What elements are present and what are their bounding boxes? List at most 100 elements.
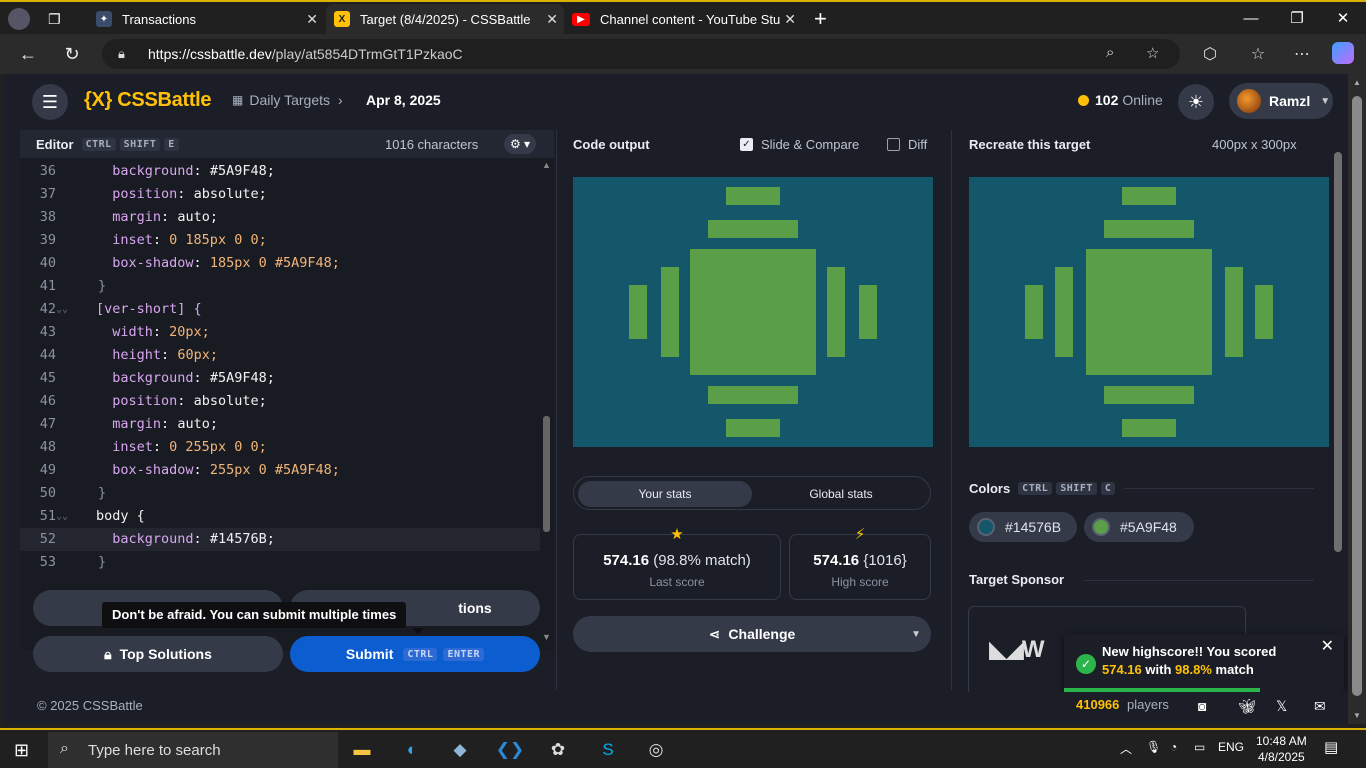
battery-icon[interactable]: ▭ [1194, 740, 1205, 754]
color-swatch-green[interactable]: #5A9F48 [1084, 512, 1194, 542]
last-score-value: 574.16 [603, 552, 650, 569]
close-window-icon[interactable]: ✕ [1320, 2, 1366, 34]
challenge-button[interactable]: ⋖ Challenge ▼ [573, 616, 931, 652]
taskbar-search[interactable]: ⌕ Type here to search [48, 732, 338, 768]
panel-scrollbar-thumb[interactable] [1334, 152, 1342, 552]
shape-rect [1122, 419, 1176, 437]
language-indicator[interactable]: ENG [1218, 740, 1244, 754]
theme-toggle-button[interactable]: ☀ [1178, 84, 1214, 120]
code-editor[interactable]: 36 background: #5A9F48; 37 position: abso… [20, 160, 540, 642]
code-line[interactable]: 47 margin: auto; [20, 413, 540, 436]
edge-icon[interactable]: ◐ [398, 736, 426, 764]
chevron-down-icon[interactable]: ▼ [911, 629, 921, 640]
editor-scrollbar[interactable]: ▲ ▼ [540, 160, 554, 642]
browser-scrollbar[interactable]: ▲ ▼ [1348, 74, 1366, 724]
code-text: inset: 0 255px 0 0; [96, 436, 266, 459]
extensions-icon[interactable]: ⬡ [1198, 42, 1222, 66]
url-field[interactable]: 🔒︎ https://cssbattle.dev/play/at5854DTrm… [102, 39, 1180, 69]
cssbattle-logo[interactable]: {X} CSSBattle [84, 89, 212, 112]
zoom-icon[interactable]: ⌕ [1106, 44, 1114, 61]
wifi-icon[interactable]: ◔ [1170, 740, 1177, 754]
fold-icon[interactable]: ⌄⌄ [56, 298, 68, 321]
code-line[interactable]: 48 inset: 0 255px 0 0; [20, 436, 540, 459]
code-line[interactable]: 38 margin: auto; [20, 206, 540, 229]
tab-actions-icon[interactable]: ❐ [48, 4, 74, 34]
close-icon[interactable]: ✕ [1321, 636, 1334, 656]
code-line[interactable]: 43 width: 20px; [20, 321, 540, 344]
color-swatch-teal[interactable]: #14576B [969, 512, 1077, 542]
slide-compare-toggle[interactable]: ✓ Slide & Compare [740, 137, 859, 152]
obs-icon[interactable]: ◎ [642, 736, 670, 764]
mail-icon[interactable]: ✉ [1314, 698, 1326, 715]
code-line[interactable]: 37 position: absolute; [20, 183, 540, 206]
windows-start-icon[interactable]: ⊞ [14, 740, 29, 761]
app-icon[interactable]: ◆ [446, 736, 474, 764]
online-dot-icon [1078, 94, 1089, 106]
x-twitter-icon[interactable]: 𝕏 [1276, 698, 1287, 715]
user-menu-button[interactable]: Ramzl ▼ [1229, 83, 1333, 119]
scroll-down-icon[interactable]: ▼ [1353, 711, 1361, 720]
scrollbar-thumb[interactable] [543, 416, 550, 532]
code-line[interactable]: 53} [20, 551, 540, 574]
new-tab-icon[interactable]: + [814, 4, 838, 34]
code-line[interactable]: 51 ⌄⌄ body { [20, 505, 540, 528]
code-output-canvas[interactable] [573, 177, 933, 447]
chatgpt-icon[interactable]: ✿ [544, 736, 572, 764]
code-line[interactable]: 41} [20, 275, 540, 298]
code-line[interactable]: 40 box-shadow: 185px 0 #5A9F48; [20, 252, 540, 275]
tab-your-stats[interactable]: Your stats [578, 481, 752, 507]
scroll-up-icon[interactable]: ▲ [542, 160, 551, 170]
discord-icon[interactable]: ◙ [1198, 698, 1206, 714]
favorites-icon[interactable]: ☆ [1246, 42, 1270, 66]
panel-divider [556, 130, 557, 690]
vscode-icon[interactable]: ❮❯ [496, 736, 525, 764]
minimize-icon[interactable]: — [1228, 2, 1274, 34]
skype-icon[interactable]: S [594, 736, 622, 764]
editor-settings-button[interactable]: ⚙ ▾ [504, 134, 536, 154]
code-line[interactable]: 45 background: #5A9F48; [20, 367, 540, 390]
copilot-icon[interactable] [1332, 42, 1354, 64]
close-tab-icon[interactable]: ✕ [546, 11, 558, 28]
code-line[interactable]: 50} [20, 482, 540, 505]
favorite-star-icon[interactable]: ☆ [1146, 44, 1159, 62]
code-line[interactable]: 42 ⌄⌄ [ver-short] { [20, 298, 540, 321]
code-line[interactable]: 44 height: 60px; [20, 344, 540, 367]
tab-global-stats[interactable]: Global stats [754, 481, 928, 507]
code-line[interactable]: 36 background: #5A9F48; [20, 160, 540, 183]
tab-youtube-studio[interactable]: ▶ Channel content - YouTube Studio ✕ [566, 4, 802, 34]
close-tab-icon[interactable]: ✕ [306, 11, 318, 28]
microphone-icon[interactable]: 🎙︎ [1146, 740, 1161, 754]
line-number: 48 [39, 439, 56, 455]
kbd-key: E [164, 138, 179, 151]
notifications-icon[interactable]: ▤ [1324, 738, 1338, 756]
breadcrumb[interactable]: ▦ Daily Targets › [232, 92, 343, 108]
bluesky-icon[interactable]: 🦋︎ [1238, 698, 1256, 715]
tab-cssbattle[interactable]: X Target (8/4/2025) - CSSBattle ✕ [326, 4, 564, 34]
scrollbar-thumb[interactable] [1352, 96, 1362, 696]
breadcrumb-daily-targets[interactable]: Daily Targets [249, 92, 330, 108]
code-line[interactable]: 39 inset: 0 185px 0 0; [20, 229, 540, 252]
profile-avatar-icon[interactable] [8, 4, 38, 34]
code-line[interactable]: 46 position: absolute; [20, 390, 540, 413]
scroll-up-icon[interactable]: ▲ [1353, 78, 1361, 87]
diff-toggle[interactable]: Diff [887, 137, 927, 152]
submit-button[interactable]: Submit CTRL ENTER [290, 636, 540, 672]
checkbox-checked-icon[interactable]: ✓ [740, 138, 753, 151]
close-tab-icon[interactable]: ✕ [784, 10, 796, 28]
scroll-down-icon[interactable]: ▼ [542, 632, 551, 642]
code-line[interactable]: 49 box-shadow: 255px 0 #5A9F48; [20, 459, 540, 482]
code-line[interactable]: 52 background: #14576B; [20, 528, 540, 551]
more-options-icon[interactable]: ⋯ [1290, 42, 1314, 66]
tray-chevron-up-icon[interactable]: ︿ [1120, 740, 1132, 757]
checkbox-icon[interactable] [887, 138, 900, 151]
maximize-icon[interactable]: ❐ [1274, 2, 1320, 34]
file-explorer-icon[interactable]: ▬ [348, 736, 376, 764]
tab-transactions[interactable]: ✦ Transactions ✕ [88, 4, 324, 34]
refresh-icon[interactable]: ↻ [58, 40, 86, 68]
back-icon[interactable]: ← [14, 40, 42, 68]
taskbar-clock[interactable]: 10:48 AM 4/8/2025 [1256, 733, 1307, 765]
top-solutions-button[interactable]: 🔒︎ Top Solutions [33, 636, 283, 672]
menu-button[interactable]: ☰ [32, 84, 68, 120]
fold-icon[interactable]: ⌄⌄ [56, 505, 68, 528]
code-text: position: absolute; [96, 390, 266, 413]
